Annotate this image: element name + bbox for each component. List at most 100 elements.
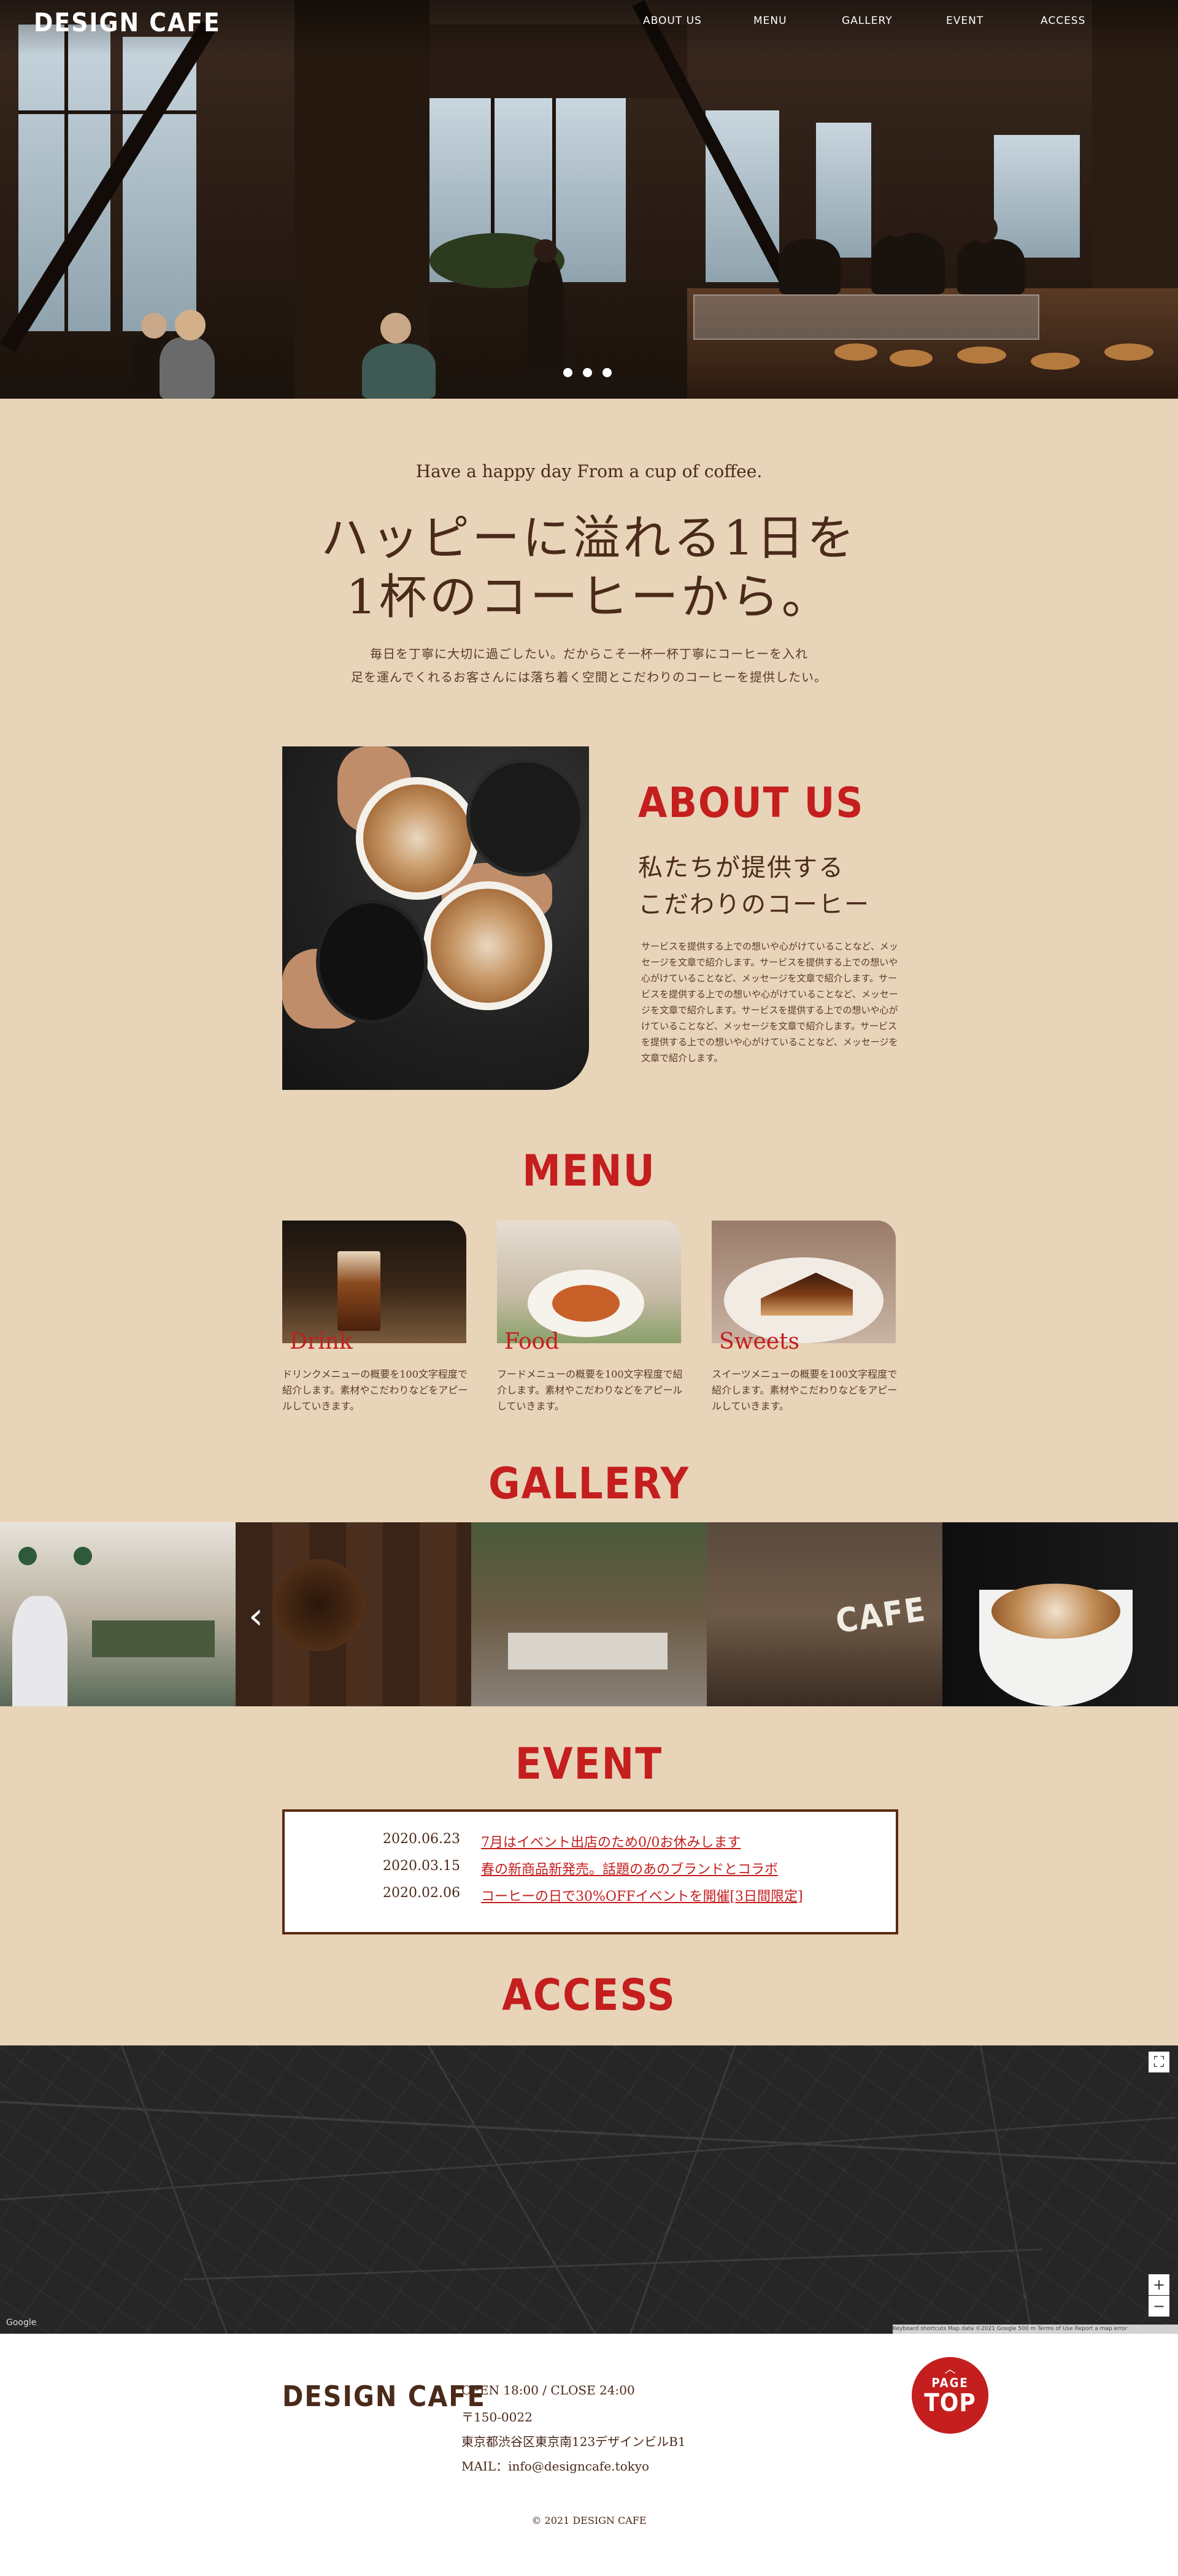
- access-map[interactable]: Google Keyboard shortcuts Map data ©2021…: [0, 2045, 1178, 2334]
- slider-dot[interactable]: [602, 368, 612, 377]
- zoom-in-button[interactable]: +: [1149, 2274, 1169, 2295]
- chevron-up-icon: ︿: [944, 2363, 956, 2376]
- hero-pastry: [957, 347, 1006, 364]
- menu-name-drink[interactable]: Drink: [290, 1329, 353, 1354]
- gallery-title: GALLERY: [488, 1459, 690, 1509]
- menu-card-drink[interactable]: [282, 1221, 466, 1343]
- gallery-table: [92, 1620, 215, 1657]
- menu-desc-drink: ドリンクメニューの概要を100文字程度で紹介します。素材やこだわりなどをアピール…: [282, 1368, 468, 1412]
- map-grid: [0, 2045, 1178, 2334]
- pasta: [552, 1285, 620, 1322]
- hero-pastry: [834, 343, 877, 361]
- about-photo: [282, 746, 589, 1090]
- hero-person: [779, 239, 841, 294]
- copyright: © 2021 DESIGN CAFE: [531, 2515, 647, 2526]
- intro-headline: ハッピーに溢れる1日を 1杯のコーヒーから。: [0, 509, 1178, 627]
- about-subtitle-line-2: こだわりのコーヒー: [638, 891, 870, 919]
- hero-person-head: [175, 310, 206, 340]
- about-black-coffee: [466, 759, 584, 876]
- gallery-image-3[interactable]: [471, 1522, 707, 1706]
- about-subtitle: 私たちが提供する こだわりのコーヒー: [638, 849, 870, 923]
- hero-pastry: [890, 350, 933, 367]
- hero-person-head: [534, 239, 557, 263]
- hero-mullion: [18, 110, 196, 114]
- intro-headline-line-1: ハッピーに溢れる1日を: [321, 511, 857, 566]
- footer-address: 東京都渋谷区東京南123デザインビルB1: [461, 2434, 686, 2449]
- gallery-image-4[interactable]: CAFE: [707, 1522, 942, 1706]
- about-iced-cup: [316, 900, 428, 1024]
- footer-zip: 〒150-0022: [461, 2410, 533, 2425]
- intro-headline-line-2: 1杯のコーヒーから。: [346, 570, 832, 625]
- page-top-button[interactable]: ︿ PAGE TOP: [912, 2357, 988, 2434]
- event-link[interactable]: コーヒーの日で30%OFFイベントを開催[3日間限定]: [481, 1885, 803, 1905]
- menu-title: MENU: [522, 1146, 656, 1196]
- footer-hours: OPEN 18:00 / CLOSE 24:00: [461, 2383, 635, 2398]
- about-body: サービスを提供する上での想いや心がけていることなど、メッセージを文章で紹介します…: [641, 941, 898, 1064]
- intro-text-line-2: 足を運んでくれるお客さんには落ち着く空間とこだわりのコーヒーを提供したい。: [351, 670, 827, 684]
- event-title: EVENT: [515, 1739, 663, 1789]
- hero-display-case: [693, 294, 1039, 340]
- menu-card-food[interactable]: [497, 1221, 681, 1343]
- event-link[interactable]: 春の新商品新発売。話題のあのブランドとコラボ: [481, 1858, 778, 1878]
- gallery-image-5[interactable]: [942, 1522, 1178, 1706]
- event-list: 2020.06.23 7月はイベント出店のため0/0お休みします 2020.03…: [282, 1809, 898, 1934]
- about-latte: [363, 784, 471, 892]
- event-link[interactable]: 7月はイベント出店のため0/0お休みします: [481, 1831, 741, 1851]
- gallery-chairs: [508, 1633, 668, 1669]
- hero-window: [994, 135, 1080, 258]
- access-title: ACCESS: [502, 1970, 676, 2020]
- menu-name-sweets[interactable]: Sweets: [719, 1329, 799, 1354]
- event-date: 2020.03.15: [383, 1858, 460, 1874]
- hero-person: [160, 337, 215, 399]
- hero-mullion: [64, 25, 68, 331]
- gallery-person: [12, 1596, 67, 1706]
- hero-person: [362, 343, 436, 399]
- gallery-image-1[interactable]: [0, 1522, 236, 1706]
- hero-slider: DESIGN CAFE ABOUT US MENU GALLERY EVENT …: [0, 0, 1178, 399]
- zoom-out-button[interactable]: −: [1149, 2296, 1169, 2317]
- hero-window: [123, 37, 196, 331]
- nav-menu[interactable]: MENU: [753, 15, 787, 27]
- page-top-label-1: PAGE: [931, 2375, 969, 2390]
- hero-person: [871, 233, 945, 294]
- intro-text-line-1: 毎日を丁寧に大切に過ごしたい。だからこそ一杯一杯丁寧にコーヒーを入れ: [370, 646, 808, 661]
- nav-event[interactable]: EVENT: [946, 15, 984, 27]
- nav-gallery[interactable]: GALLERY: [842, 15, 893, 27]
- iced-coffee-glass: [337, 1251, 380, 1331]
- slider-dot[interactable]: [583, 368, 592, 377]
- hero-person-head: [884, 209, 912, 237]
- nav-access[interactable]: ACCESS: [1041, 15, 1085, 27]
- fullscreen-icon[interactable]: ⛶: [1149, 2052, 1169, 2072]
- page-top-label-2: TOP: [924, 2389, 976, 2417]
- menu-name-food[interactable]: Food: [504, 1329, 559, 1354]
- hero-pillar: [294, 0, 429, 399]
- event-date: 2020.02.06: [383, 1885, 460, 1901]
- map-google-credit: Google: [6, 2318, 37, 2328]
- gallery-cafe-sign: CAFE: [833, 1590, 929, 1641]
- gallery-lamp: [18, 1547, 37, 1565]
- hero-person-head: [141, 313, 167, 339]
- footer-logo[interactable]: DESIGN CAFE: [282, 2380, 486, 2413]
- hero-window: [816, 123, 871, 258]
- site-logo[interactable]: DESIGN CAFE: [34, 7, 221, 37]
- map-footer-bar[interactable]: Keyboard shortcuts Map data ©2021 Google…: [893, 2325, 1178, 2334]
- chevron-left-icon[interactable]: ‹: [248, 1595, 263, 1638]
- gallery-image-2[interactable]: [236, 1522, 471, 1706]
- menu-desc-food: フードメニューの概要を100文字程度で紹介します。素材やこだわりなどをアピールし…: [497, 1368, 683, 1412]
- menu-desc-sweets: スイーツメニューの概要を100文字程度で紹介します。素材やこだわりなどをアピール…: [712, 1368, 898, 1412]
- intro-text: 毎日を丁寧に大切に過ごしたい。だからこそ一杯一杯丁寧にコーヒーを入れ 足を運んで…: [0, 642, 1178, 689]
- menu-card-sweets[interactable]: [712, 1221, 896, 1343]
- hero-pastry: [1031, 353, 1080, 370]
- about-latte: [431, 889, 545, 1003]
- slider-dot[interactable]: [563, 368, 572, 377]
- nav-about-us[interactable]: ABOUT US: [643, 15, 702, 27]
- hero-person: [528, 258, 564, 374]
- gallery-latte: [991, 1584, 1120, 1639]
- hero-person-head: [969, 215, 998, 243]
- about-title: ABOUT US: [638, 779, 864, 827]
- hero-person: [957, 239, 1025, 294]
- event-date: 2020.06.23: [383, 1831, 460, 1847]
- intro-tagline: Have a happy day From a cup of coffee.: [415, 461, 763, 481]
- footer: [0, 2334, 1178, 2576]
- gallery-bean-bowl: [272, 1559, 364, 1651]
